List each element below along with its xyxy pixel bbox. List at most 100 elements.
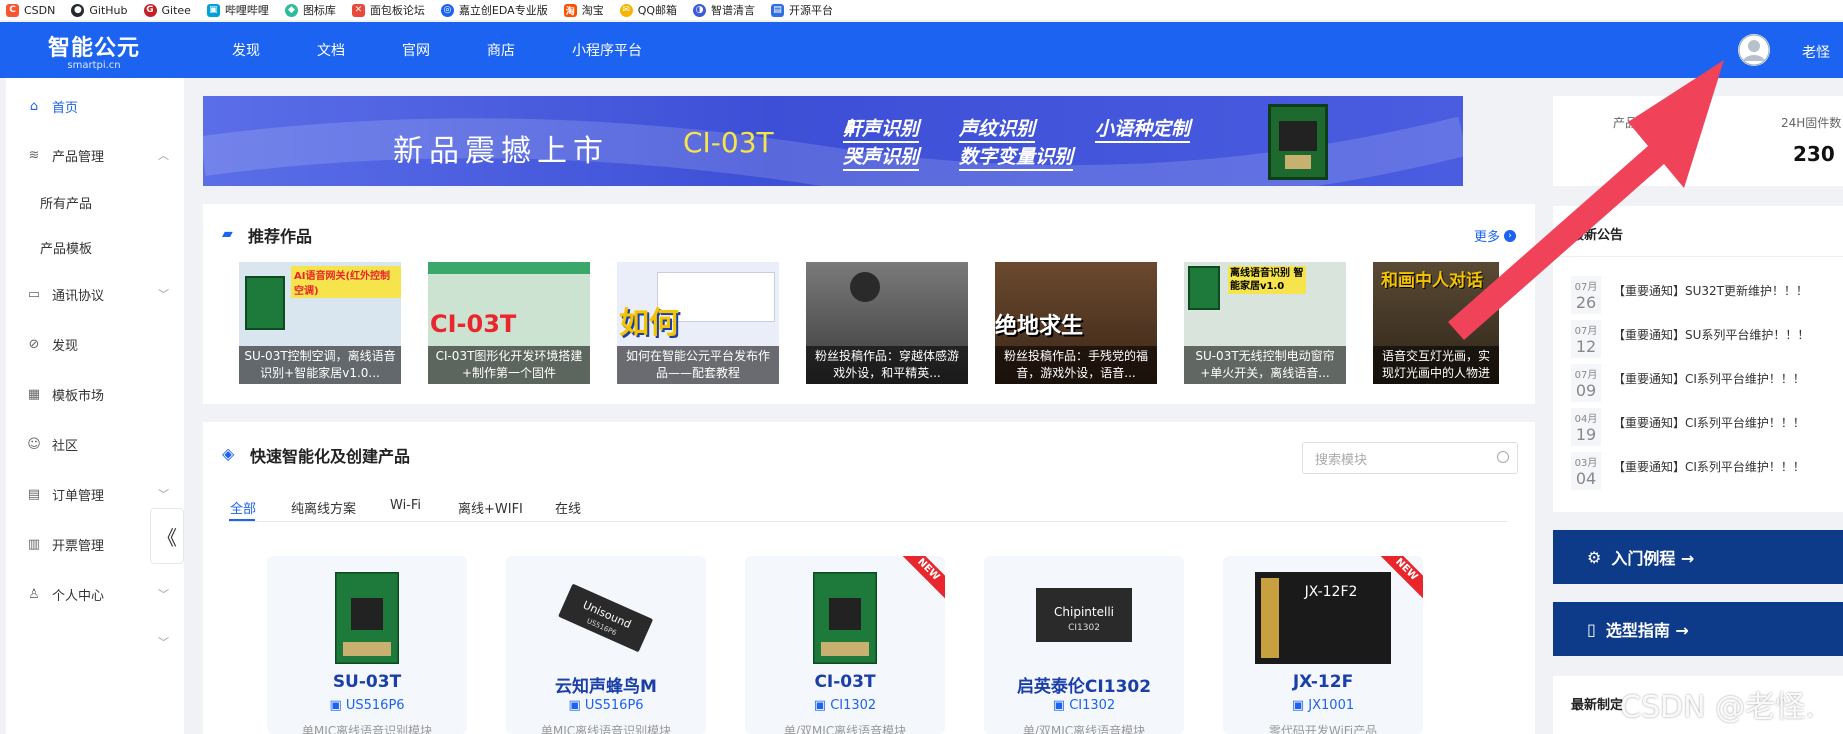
stat-label: 产品	[1613, 116, 1638, 130]
sidebar-item-product-management[interactable]: ≋ 产品管理 ︿	[6, 135, 184, 175]
bookmark-gitee[interactable]: G Gitee	[143, 3, 191, 17]
banner-tag: 鼾声识别	[843, 114, 920, 143]
banner-tag: 小语种定制	[1095, 114, 1191, 143]
chip-icon: ▣	[813, 698, 831, 713]
bookmark-github[interactable]: ● GitHub	[71, 3, 128, 17]
unisound-chip-image: Unisound US516P6	[558, 584, 653, 652]
module-board-icon	[1188, 266, 1220, 310]
bookmark-zhipu[interactable]: ◑ 智谱清言	[693, 2, 755, 18]
work-card[interactable]: 粉丝投稿作品：穿越体感游戏外设，和平精英...	[806, 262, 968, 384]
getting-started-button[interactable]: ⚙ 入门例程 →	[1553, 530, 1843, 584]
selection-guide-button[interactable]: ▯ 选型指南 →	[1553, 602, 1843, 656]
recommended-title: 推荐作品	[248, 227, 313, 246]
chip-icon: ▣	[568, 698, 585, 713]
order-icon: ▤	[27, 486, 41, 502]
divider	[1553, 256, 1843, 257]
sidebar: ⌂ 首页 ≋ 产品管理 ︿ 所有产品 产品模板 ▭ 通讯协议 ﹀ ⊘ 发现 ▦ …	[6, 78, 184, 734]
breadboard-icon: ✕	[351, 3, 365, 17]
banner-tag: 声纹识别	[959, 114, 1036, 143]
notice-item[interactable]: 07月 26 【重要通知】SU32T更新维护！！！	[1571, 276, 1841, 316]
banner-chip-image	[1268, 104, 1328, 180]
tab-offline-wifi[interactable]: 离线+WIFI	[458, 498, 523, 517]
product-card[interactable]: JX-12F2 NEW JX-12F ▣ JX1001 零代码开发WiFi产品	[1223, 556, 1423, 734]
notices-title: 最新公告	[1571, 228, 1624, 243]
promo-banner[interactable]: 新品震撼上市 CI-03T 鼾声识别 声纹识别 小语种定制 哭声识别 数字变量识…	[203, 96, 1463, 186]
lceda-icon: ◎	[440, 3, 454, 17]
layers-icon: ≋	[28, 147, 40, 163]
notice-item[interactable]: 03月 04 【重要通知】CI系列平台维护！！！	[1571, 452, 1841, 492]
smile-icon: ☺	[27, 436, 41, 452]
chevron-down-icon: ﹀	[158, 488, 169, 501]
bookmark-csdn[interactable]: C CSDN	[6, 3, 55, 17]
zhipu-icon: ◑	[693, 3, 707, 17]
cube-icon: ◈	[222, 444, 235, 463]
bookmark-qqmail[interactable]: ✉ QQ邮箱	[619, 2, 677, 18]
tab-online[interactable]: 在线	[555, 498, 581, 517]
tab-all[interactable]: 全部	[230, 498, 256, 517]
stats-card: 产品 24H固件数 230	[1553, 96, 1843, 186]
work-card[interactable]: 离线语音识别 智能家居v1.0 SU-03T无线控制电动窗帘+单火开关，离线语音…	[1184, 262, 1346, 384]
latest-title: 最新制定	[1571, 698, 1624, 713]
svg-text:Chipintelli: Chipintelli	[1054, 605, 1114, 619]
bookmark-iconfont[interactable]: ◆ 图标库	[284, 2, 336, 18]
chip-icon: ▣	[1291, 698, 1309, 713]
bookmark-taobao[interactable]: 淘淘宝	[563, 2, 604, 18]
work-card[interactable]: CI-03T CI-03T图形化开发环境搭建+制作第一个固件	[428, 262, 590, 384]
notice-item[interactable]: 07月 12 【重要通知】SU系列平台维护！！！	[1571, 320, 1841, 360]
bookmark-bilibili[interactable]: ▣ 哔哩哔哩	[206, 2, 269, 18]
chevron-down-icon: ﹀	[158, 588, 169, 601]
sidebar-item-discover[interactable]: ⊘ 发现	[6, 324, 184, 364]
csdn-watermark: CSDN @老怪.	[1620, 690, 1815, 725]
sidebar-item-home[interactable]: ⌂ 首页	[6, 86, 184, 126]
opensource-icon: ▤	[771, 3, 785, 17]
book-icon: ▯	[1587, 619, 1596, 639]
banner-tag: 哭声识别	[843, 142, 920, 171]
nav-official-site[interactable]: 官网	[402, 40, 430, 60]
github-icon: ●	[71, 3, 85, 17]
work-card[interactable]: AI语音网关(红外控制空调) SU-03T控制空调，离线语音识别+智能家居v1.…	[239, 262, 401, 384]
qqmail-icon: ✉	[619, 3, 633, 17]
sidebar-collapse-button[interactable]: 《	[150, 508, 184, 564]
product-card[interactable]: Unisound US516P6 云知声蜂鸟M ▣ US516P6 单MIC离线…	[506, 556, 706, 734]
sidebar-item-template-market[interactable]: ▦ 模板市场	[6, 374, 184, 414]
more-link[interactable]: 更多 ›	[1474, 226, 1517, 245]
sidebar-item-personal-center[interactable]: ♙ 个人中心 ﹀	[6, 574, 184, 614]
notice-item[interactable]: 07月 09 【重要通知】CI系列平台维护！！！	[1571, 364, 1841, 404]
svg-text:CI1302: CI1302	[1068, 623, 1100, 633]
nav-links: 发现 文档 官网 商店 小程序平台	[232, 22, 642, 78]
banner-model: CI-03T	[683, 126, 774, 159]
invoice-icon: ▥	[27, 536, 41, 552]
ci1302-chip-image: Chipintelli CI1302	[1036, 588, 1132, 642]
notice-item[interactable]: 04月 19 【重要通知】CI系列平台维护！！！	[1571, 408, 1841, 448]
product-card[interactable]: Chipintelli CI1302 启英泰伦CI1302 ▣ CI1302 单…	[984, 556, 1184, 734]
product-card[interactable]: NEW CI-03T ▣ CI1302 单/双MIC离线语音模块	[745, 556, 945, 734]
tab-offline[interactable]: 纯离线方案	[291, 498, 356, 517]
nav-discover[interactable]: 发现	[232, 40, 260, 60]
sidebar-item-all-products[interactable]: 所有产品	[40, 193, 92, 212]
nav-miniprogram[interactable]: 小程序平台	[572, 40, 642, 60]
su03t-module-image	[335, 572, 399, 664]
product-tabs: 全部 纯离线方案 Wi-Fi 离线+WIFI 在线	[229, 494, 1507, 522]
module-search-input[interactable]: 搜索模块	[1302, 442, 1518, 474]
sidebar-item-product-templates[interactable]: 产品模板	[40, 238, 92, 257]
avatar[interactable]	[1738, 34, 1770, 66]
bookmark-breadboard[interactable]: ✕ 面包板论坛	[351, 2, 425, 18]
work-card[interactable]: 绝地求生 粉丝投稿作品：手残党的福音，游戏外设，语音...	[995, 262, 1157, 384]
tab-wifi[interactable]: Wi-Fi	[390, 498, 421, 513]
sidebar-item-protocol[interactable]: ▭ 通讯协议 ﹀	[6, 274, 184, 314]
site-logo[interactable]: 智能公元 smartpi.cn	[48, 30, 140, 71]
username[interactable]: 老怪	[1802, 42, 1830, 62]
sidebar-item-community[interactable]: ☺ 社区	[6, 424, 184, 464]
work-card[interactable]: 和画中人对话 语音交互灯光画，实现灯光画中的人物进行...	[1373, 262, 1499, 384]
nav-docs[interactable]: 文档	[317, 40, 345, 60]
compass-icon: ⊘	[28, 336, 40, 352]
product-card[interactable]: SU-03T ▣ US516P6 单MIC离线语音识别模块	[267, 556, 467, 734]
bookmark-opensource[interactable]: ▤ 开源平台	[771, 2, 833, 18]
work-card[interactable]: 如何 如何在智能公元平台发布作品——配套教程	[617, 262, 779, 384]
chevron-down-icon: ﹀	[158, 636, 169, 649]
notices-card: 最新公告 07月 26 【重要通知】SU32T更新维护！！！ 07月 12 【重要通…	[1553, 206, 1843, 512]
home-icon: ⌂	[29, 98, 39, 114]
jx12f-module-image: JX-12F2	[1255, 572, 1391, 664]
nav-store[interactable]: 商店	[487, 40, 515, 60]
bookmark-lceda[interactable]: ◎ 嘉立创EDA专业版	[440, 2, 548, 18]
